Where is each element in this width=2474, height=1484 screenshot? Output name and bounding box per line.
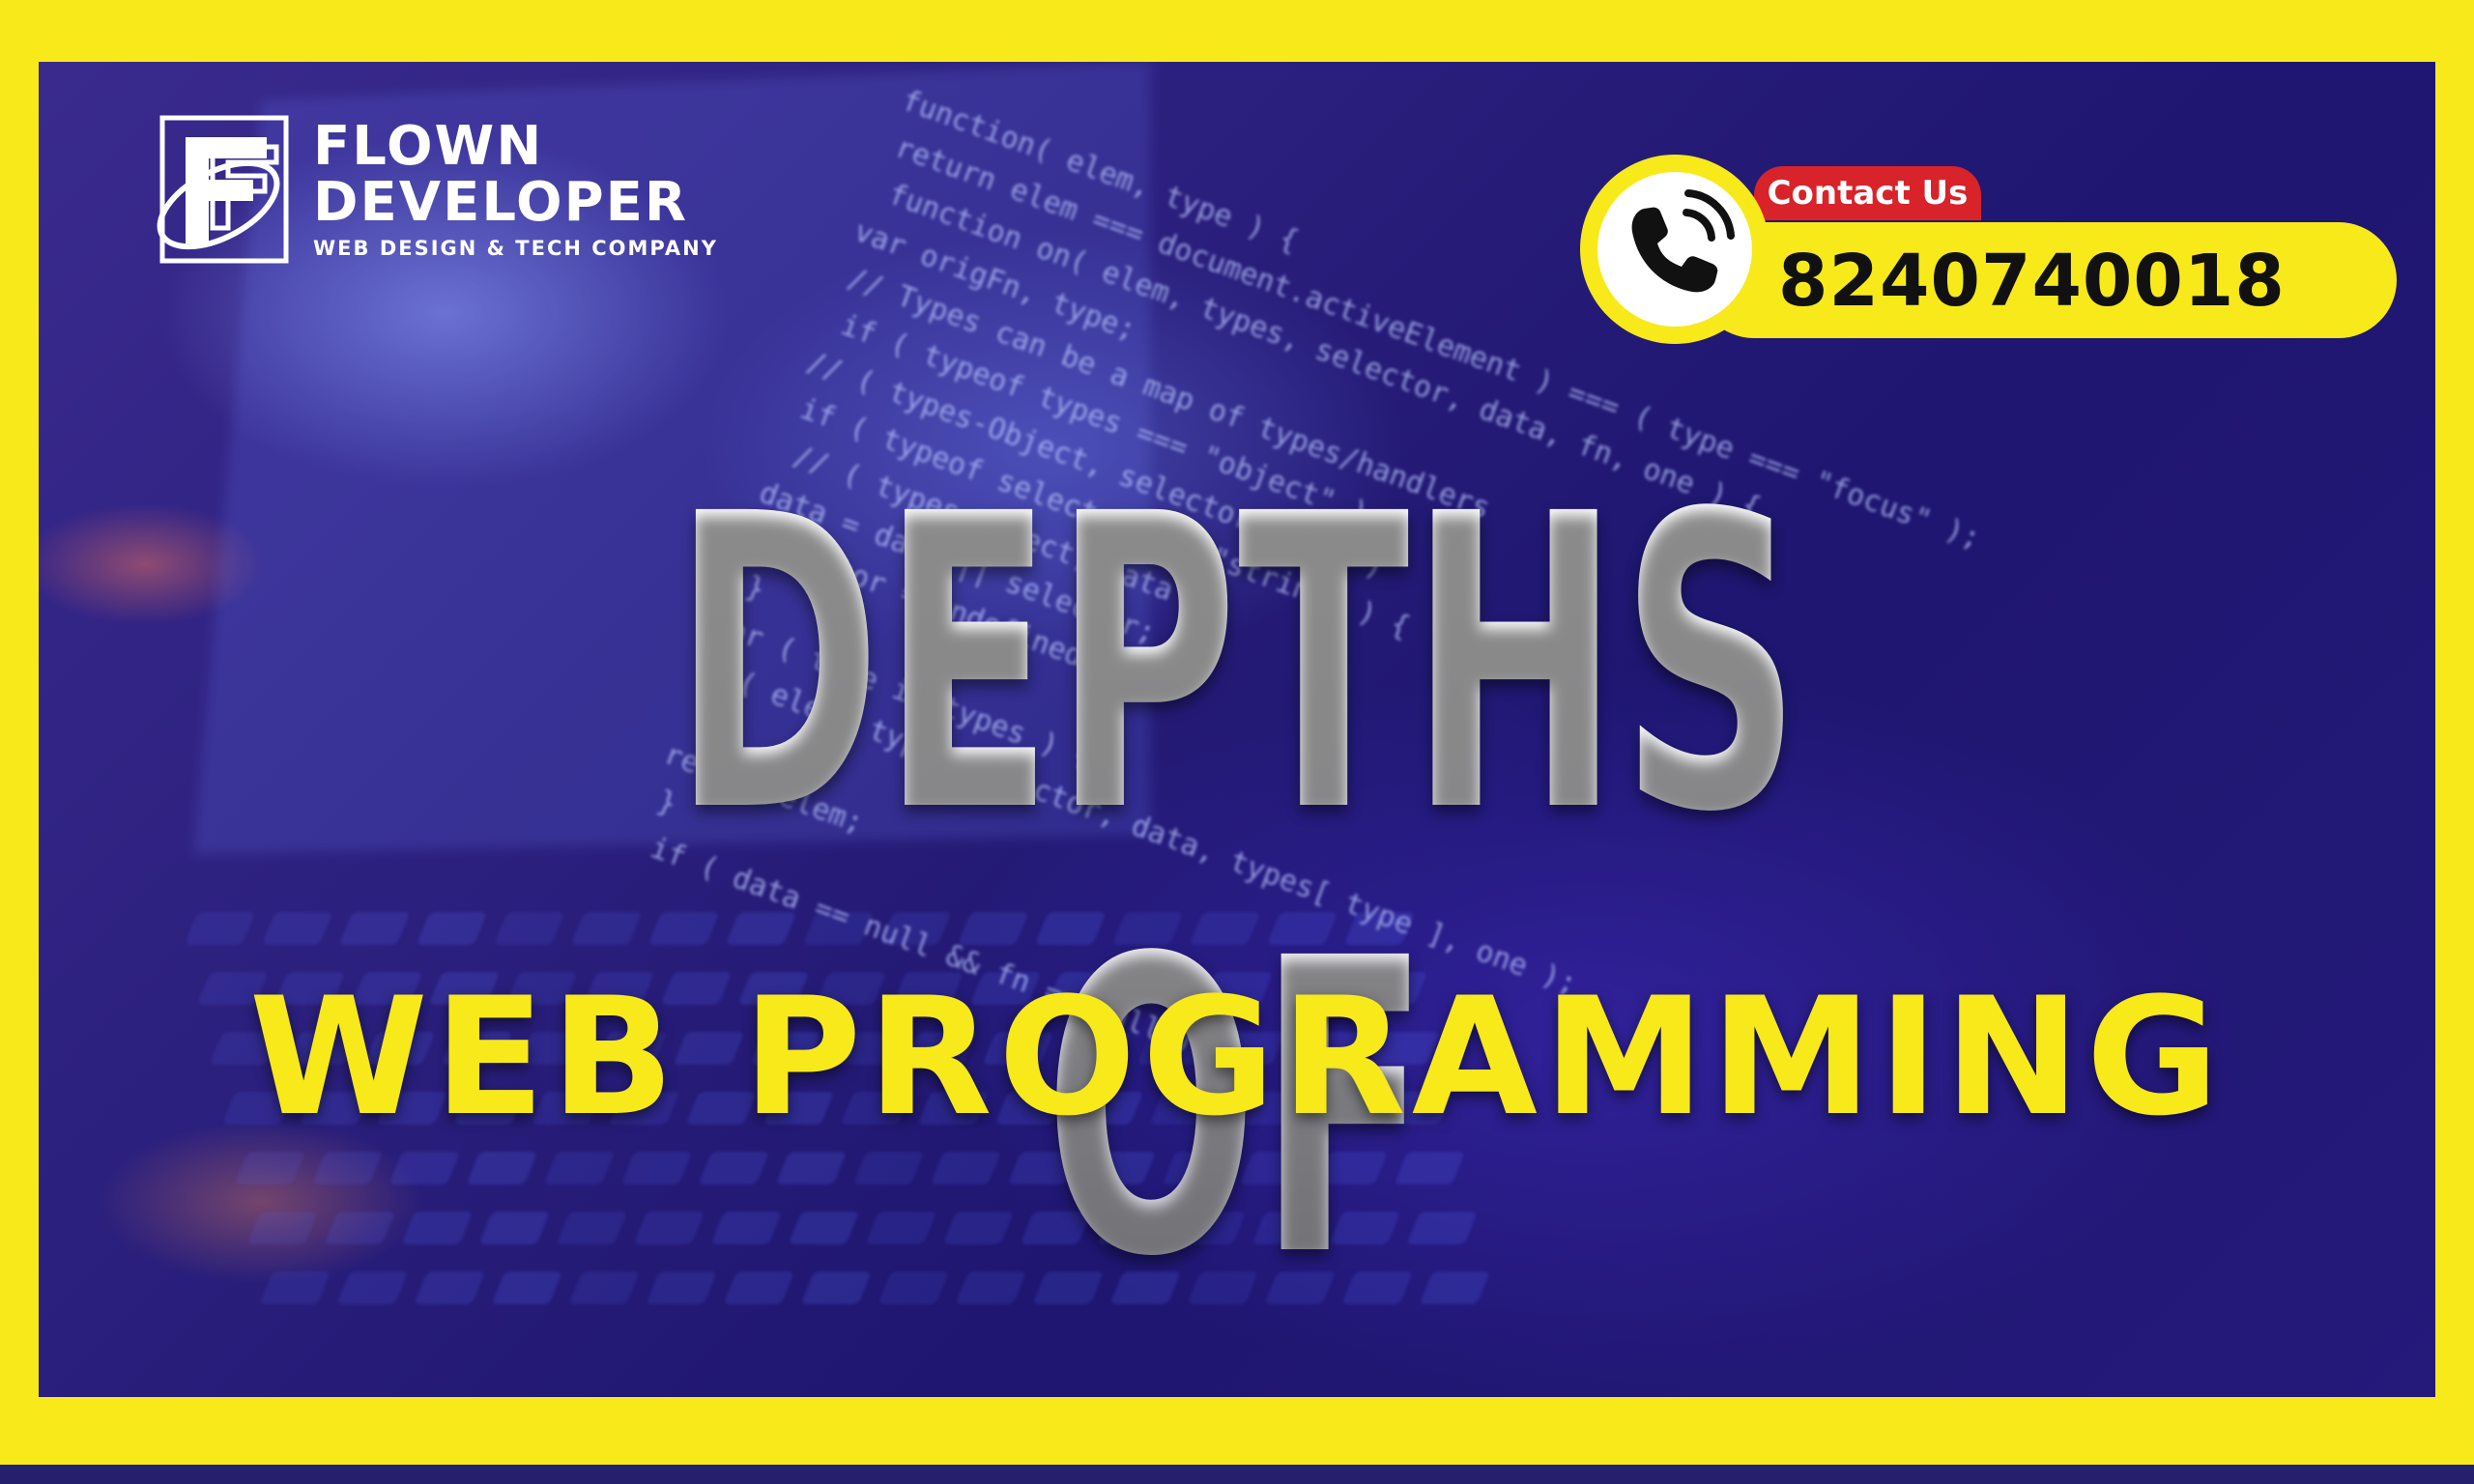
keyboard-key [403,1212,472,1244]
contact-phone-number[interactable]: 8240740018 [1778,228,2285,334]
keyboard-key [390,1152,459,1184]
keyboard-key [417,912,486,945]
company-logo[interactable]: FLOWN DEVELOPER WEB DESIGN & TECH COMPAN… [153,112,718,267]
headline-sub: WEB PROGRAMMING [248,962,2226,1152]
phone-icon-badge[interactable] [1580,155,1769,344]
code-line: var origFn, type; [850,214,1141,348]
brand-name-line1: FLOWN [313,115,544,178]
logo-text: FLOWN DEVELOPER WEB DESIGN & TECH COMPAN… [313,115,718,261]
headline-main: DEPTHS OF [494,443,1980,1332]
code-line: function( elem, type ) { [898,84,1303,259]
contact-badge[interactable]: Contact Us 8240740018 [1580,106,2435,344]
keyboard-key [261,1271,330,1304]
keyboard-key [263,912,331,945]
logo-mark-icon [157,115,289,264]
keyboard-key [248,1212,317,1244]
keyboard-key [326,1212,394,1244]
contact-label: Contact Us [1754,166,1981,220]
hero-banner: function( elem, type ) { return elem ===… [39,62,2435,1397]
keyboard-key [313,1152,382,1184]
phone-icon [1631,189,1735,293]
keyboard-key [236,1152,304,1184]
keyboard-key [416,1271,484,1304]
bottom-strip [0,1465,2474,1484]
phone-icon-background [1597,172,1752,327]
keyboard-key [186,912,254,945]
keyboard-key [338,1271,407,1304]
brand-tagline: WEB DESIGN & TECH COMPANY [313,237,718,260]
brand-name-line2: DEVELOPER [313,171,689,234]
keyboard-key [340,912,409,945]
